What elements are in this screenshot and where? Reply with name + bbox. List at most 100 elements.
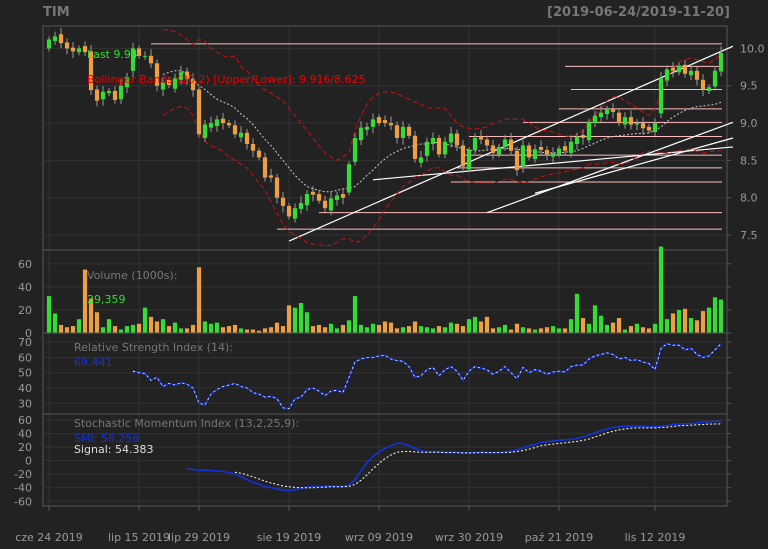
candle-body: [208, 123, 214, 128]
volume-bar: [400, 327, 406, 333]
x-tick-label: sie 19 2019: [257, 531, 322, 544]
volume-value-label: 29,359: [87, 293, 126, 306]
volume-bar: [358, 324, 364, 333]
candle-body: [538, 146, 544, 150]
candle-body: [364, 126, 370, 130]
volume-bar: [250, 329, 256, 333]
volume-bar: [700, 311, 706, 333]
volume-bar: [286, 305, 292, 333]
volume-bar: [340, 324, 346, 333]
candle-body: [142, 55, 148, 57]
price-panel-tick-label: 8.0: [740, 192, 758, 205]
volume-bar: [424, 327, 430, 333]
volume-bar: [568, 319, 574, 333]
volume-bar: [670, 313, 676, 333]
volume-title: Volume (1000s):: [87, 269, 177, 282]
candle-body: [676, 65, 682, 73]
x-tick-label: lip 15 2019: [108, 531, 170, 544]
volume-bar: [154, 321, 160, 333]
volume-bar: [556, 328, 562, 333]
volume-bar: [142, 307, 148, 333]
volume-bar: [190, 324, 196, 333]
volume-bar: [238, 328, 244, 333]
candle-body: [646, 126, 652, 131]
volume-bar: [364, 327, 370, 333]
volume-bar: [94, 312, 100, 333]
rsi-value-label: 69.441: [74, 356, 113, 369]
volume-bar: [406, 326, 412, 333]
candle-body: [58, 34, 64, 44]
last-price-label: Last 9.94: [87, 48, 138, 61]
candle-body: [514, 150, 520, 171]
volume-bar: [574, 293, 580, 333]
price-panel-tick-label: 9.0: [740, 117, 758, 130]
candle-body: [604, 109, 610, 115]
candle-body: [316, 194, 322, 201]
candle-body: [298, 202, 304, 209]
smi-panel-tick-label: -60: [14, 495, 32, 508]
candle-body: [352, 138, 358, 162]
candle-body: [256, 150, 262, 158]
rsi-panel-tick-label: 50: [18, 367, 32, 380]
stock-chart: cze 24 2019 lip 15 2019lip 29 2019 sie 19 …: [14, 25, 765, 544]
volume-bar: [634, 323, 640, 333]
rsi-panel-tick-label: 60: [18, 351, 32, 364]
volume-bar: [112, 326, 118, 333]
candle-body: [388, 123, 394, 126]
volume-bar: [508, 329, 514, 333]
x-tick-label: wrz 09 2019: [345, 531, 413, 544]
volume-bar: [334, 328, 340, 333]
volume-panel-tick-label: 40: [18, 281, 32, 294]
volume-bar: [130, 324, 136, 333]
volume-bar: [178, 328, 184, 333]
x-tick-label: paź 21 2019: [525, 531, 593, 544]
candle-body: [244, 132, 250, 144]
candle-body: [520, 145, 526, 167]
candle-body: [550, 152, 556, 157]
volume-bar: [622, 329, 628, 333]
volume-bar: [298, 303, 304, 333]
x-tick-label: lip 29 2019: [168, 531, 230, 544]
candle-body: [712, 70, 718, 87]
candle-body: [232, 125, 238, 135]
smi-panel-tick-label: 60: [18, 414, 32, 427]
volume-bar: [436, 326, 442, 333]
volume-bar: [616, 318, 622, 333]
volume-bar: [316, 324, 322, 333]
candle-body: [574, 136, 580, 144]
volume-bar: [514, 323, 520, 333]
candle-body: [424, 141, 430, 156]
volume-bar: [214, 322, 220, 333]
candle-body: [418, 157, 424, 163]
volume-bar: [64, 327, 70, 333]
candle-body: [304, 194, 310, 206]
volume-bar: [280, 326, 286, 333]
volume-bar: [52, 313, 58, 333]
candle-body: [76, 48, 82, 53]
smi-signal-label: Signal: 54.383: [74, 443, 153, 456]
smi-panel-tick-label: -40: [14, 482, 32, 495]
candle-body: [286, 205, 292, 217]
candle-body: [592, 115, 598, 124]
volume-panel-tick-label: 20: [18, 304, 32, 317]
volume-bar: [46, 296, 52, 333]
volume-bar: [118, 329, 124, 333]
candle-body: [202, 124, 208, 138]
volume-bar: [682, 308, 688, 333]
volume-bar: [490, 328, 496, 333]
volume-bar: [220, 327, 226, 333]
x-tick-label: cze 24 2019: [15, 531, 83, 544]
smi-panel-tick-label: 40: [18, 428, 32, 441]
candle-body: [148, 55, 154, 64]
candle-body: [700, 79, 706, 90]
candle-body: [526, 145, 532, 158]
candle-body: [400, 126, 406, 138]
candle-body: [466, 149, 472, 170]
candle-body: [670, 67, 676, 71]
candle-body: [274, 177, 280, 198]
candle-body: [502, 139, 508, 147]
price-panel-tick-label: 8.5: [740, 154, 758, 167]
volume-bar: [262, 328, 268, 333]
x-tick-label: lis 12 2019: [625, 531, 686, 544]
candle-body: [376, 117, 382, 124]
